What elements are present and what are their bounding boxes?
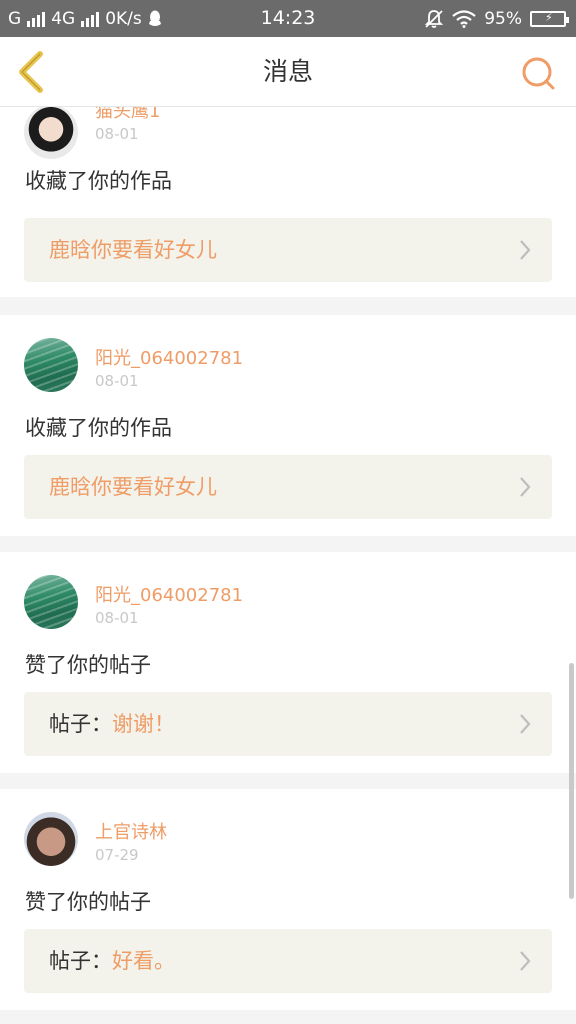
username[interactable]: 上官诗林 [95, 818, 167, 844]
status-right: 95% ⚡ [424, 0, 569, 37]
avatar[interactable] [24, 107, 78, 159]
ref-title: 谢谢！ [112, 712, 175, 736]
chevron-right-icon [520, 714, 531, 734]
action-text: 收藏了你的作品 [25, 416, 172, 440]
message-date: 08-01 [95, 125, 139, 143]
page-title: 消息 [262, 57, 313, 86]
referenced-text-row: 鹿晗你要看好女儿 [49, 218, 217, 282]
nav-bar: 消息 [0, 37, 576, 107]
ref-title: 好看。 [112, 949, 175, 973]
username[interactable]: 阳光_064002781 [95, 581, 243, 607]
ref-title: 鹿晗你要看好女儿 [49, 238, 217, 262]
referenced-item[interactable]: 鹿晗你要看好女儿 [24, 218, 552, 282]
scrollbar[interactable] [569, 663, 574, 899]
username[interactable]: 猫头鹰1 [95, 107, 160, 123]
username[interactable]: 阳光_064002781 [95, 344, 243, 370]
message-card: 猫头鹰1 08-01 收藏了你的作品 鹿晗你要看好女儿 [0, 107, 576, 297]
ref-title: 鹿晗你要看好女儿 [49, 475, 217, 499]
battery-percent: 95% [484, 8, 522, 29]
referenced-text-row: 鹿晗你要看好女儿 [49, 455, 217, 519]
search-button[interactable] [520, 55, 556, 91]
ref-prefix: 帖子： [49, 712, 112, 736]
chevron-right-icon [520, 951, 531, 971]
wifi-icon [452, 9, 476, 28]
message-card: 阳光_064002781 08-01 赞了你的帖子 帖子：谢谢！ [0, 552, 576, 773]
status-bar: G 4G 0K/s 14:23 95% ⚡ [0, 0, 576, 37]
ref-prefix: 帖子： [49, 949, 112, 973]
message-date: 08-01 [95, 609, 139, 627]
referenced-item[interactable]: 鹿晗你要看好女儿 [24, 455, 552, 519]
avatar[interactable] [24, 338, 78, 392]
bell-off-icon [425, 9, 444, 28]
referenced-text-row: 帖子：谢谢！ [49, 692, 175, 756]
chevron-right-icon [520, 240, 531, 260]
action-text: 收藏了你的作品 [25, 169, 172, 193]
battery-icon: ⚡ [530, 10, 569, 27]
search-icon [522, 57, 555, 90]
message-card: 上官诗林 07-29 赞了你的帖子 帖子：好看。 [0, 789, 576, 1010]
action-text: 赞了你的帖子 [25, 653, 151, 677]
message-card: 阳光_064002781 08-01 收藏了你的作品 鹿晗你要看好女儿 [0, 315, 576, 536]
chevron-right-icon [520, 477, 531, 497]
referenced-text-row: 帖子：好看。 [49, 929, 175, 993]
referenced-item[interactable]: 帖子：谢谢！ [24, 692, 552, 756]
action-text: 赞了你的帖子 [25, 890, 151, 914]
message-date: 07-29 [95, 846, 139, 864]
avatar[interactable] [24, 575, 78, 629]
message-date: 08-01 [95, 372, 139, 390]
message-feed[interactable]: 猫头鹰1 08-01 收藏了你的作品 鹿晗你要看好女儿 阳光_064002781… [0, 107, 576, 1024]
avatar[interactable] [24, 812, 78, 866]
referenced-item[interactable]: 帖子：好看。 [24, 929, 552, 993]
